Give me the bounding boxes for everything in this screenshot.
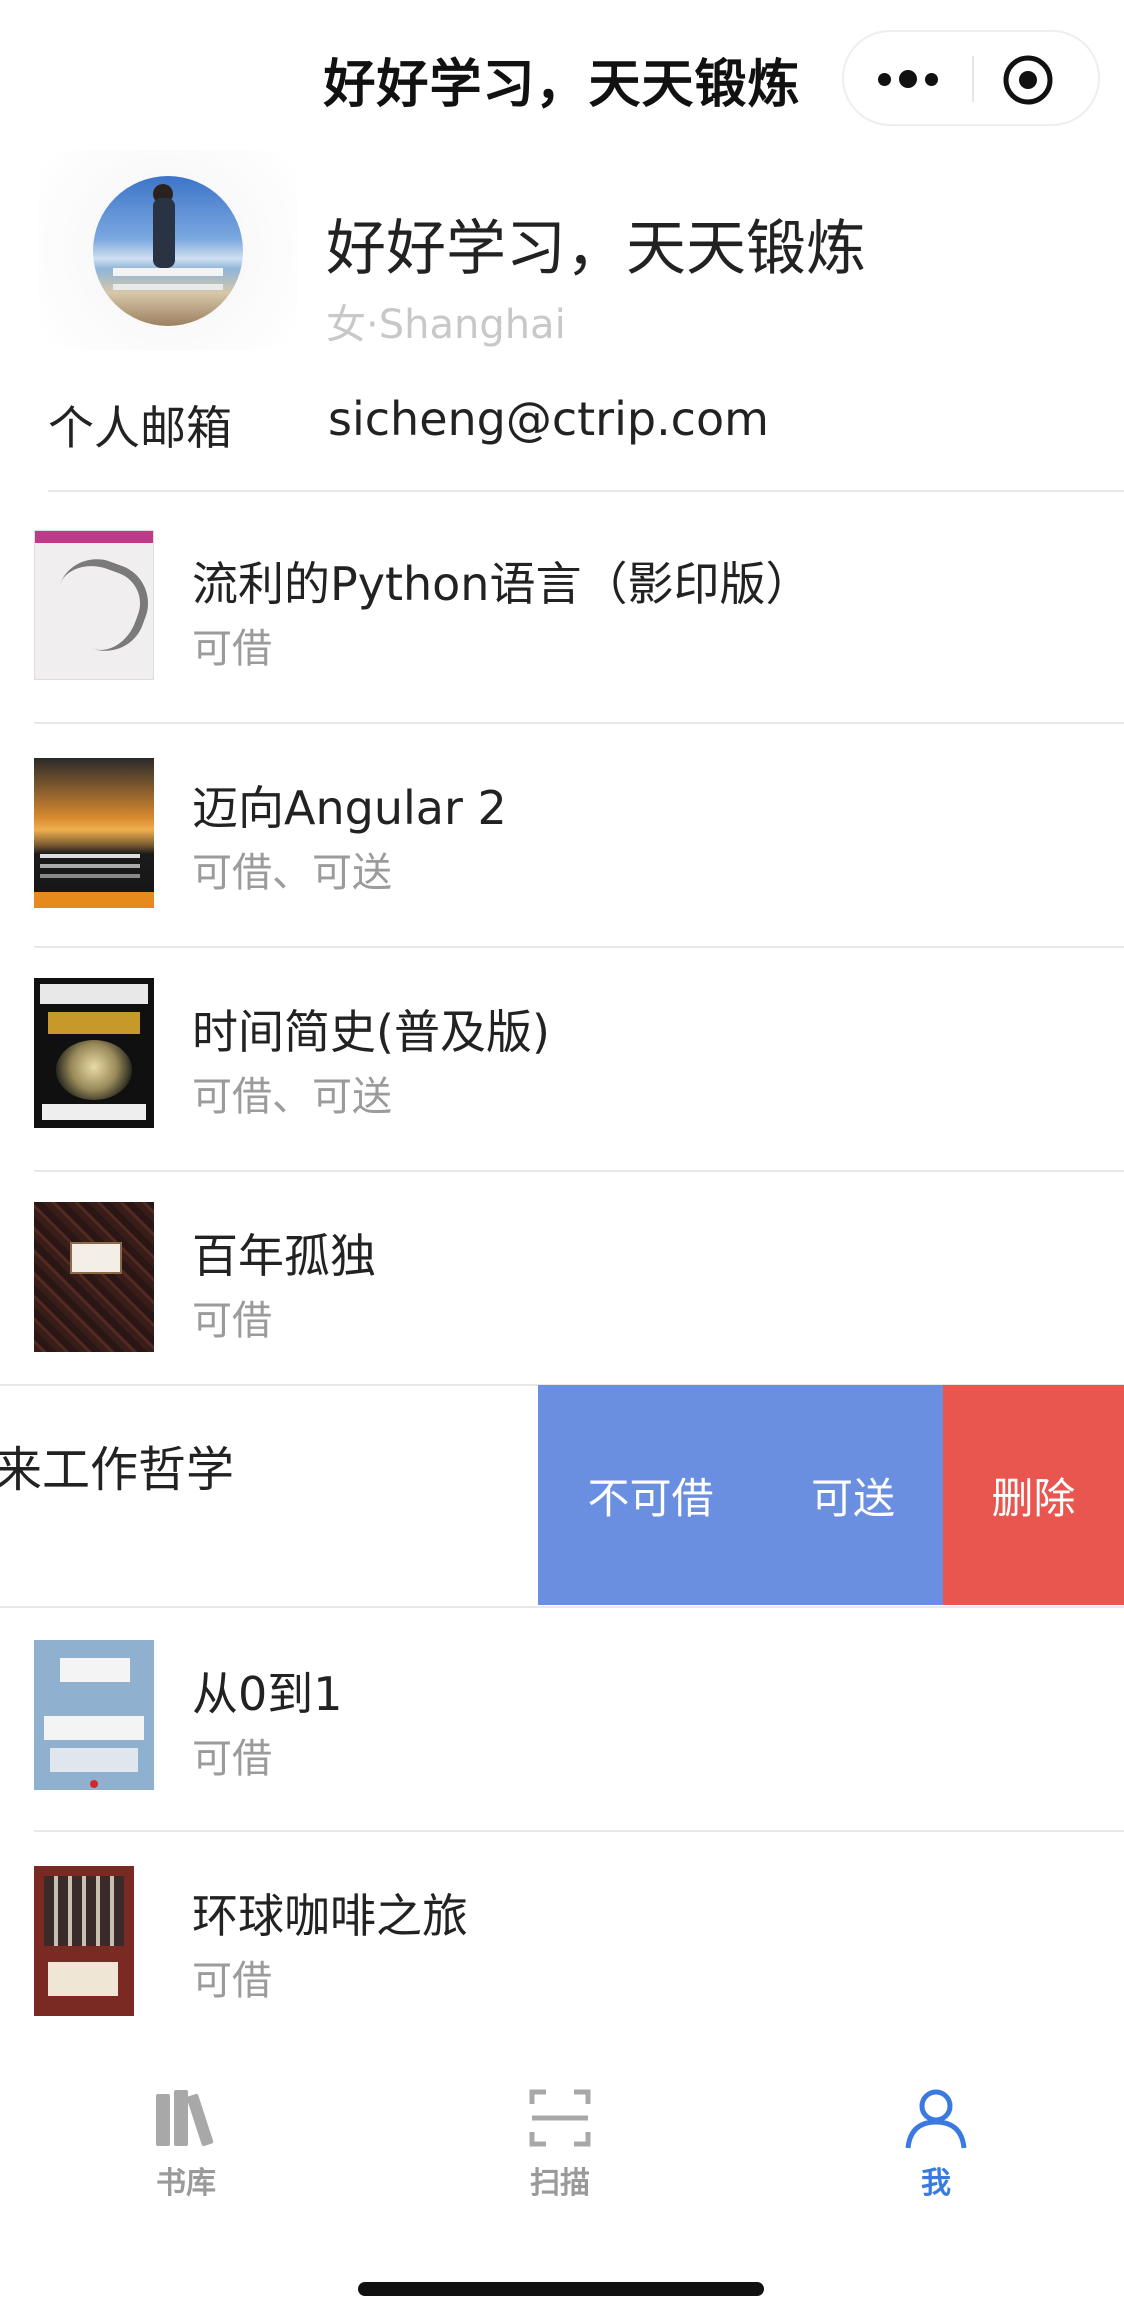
book-status: 可借 — [192, 626, 272, 672]
tab-books[interactable]: 书库 — [126, 2084, 246, 2202]
book-cover — [34, 1640, 154, 1790]
divider — [48, 490, 1124, 492]
book-status: 可借、可送 — [192, 850, 392, 896]
book-title: 百年孤独 — [192, 1229, 376, 1283]
not-borrowable-button[interactable]: 不可借 — [538, 1385, 763, 1605]
book-cover — [34, 530, 154, 680]
giveable-button[interactable]: 可送 — [763, 1385, 943, 1605]
tab-scan[interactable]: 扫描 — [500, 2084, 620, 2202]
swiped-book-title[interactable]: 来工作哲学 — [0, 1430, 234, 1500]
book-title: 迈向Angular 2 — [192, 781, 507, 835]
book-list-item[interactable]: 从0到1 可借 — [0, 1610, 1124, 1832]
profile-subtitle: 女·Shanghai — [326, 302, 566, 348]
book-title: 从0到1 — [192, 1667, 343, 1721]
book-cover — [34, 978, 154, 1128]
book-status: 可借 — [192, 1958, 272, 2004]
capsule-divider — [972, 56, 974, 102]
book-list-item[interactable]: 环球咖啡之旅 可借 — [0, 1832, 1124, 2054]
book-cover — [34, 1866, 134, 2016]
book-status: 可借 — [192, 1736, 272, 1782]
navigation-bar: 好好学习，天天锻炼 — [0, 0, 1124, 160]
more-dots-icon[interactable] — [868, 56, 948, 102]
tab-label: 书库 — [156, 2166, 216, 2201]
divider — [0, 1606, 1124, 1608]
scan-icon — [529, 2089, 591, 2147]
book-cover — [34, 758, 154, 908]
book-status: 可借、可送 — [192, 1074, 392, 1120]
delete-button[interactable]: 删除 — [943, 1385, 1124, 1605]
book-title: 环球咖啡之旅 — [192, 1889, 468, 1943]
book-list-item[interactable]: 百年孤独 可借 — [0, 1172, 1124, 1394]
book-status: 可借 — [192, 1298, 272, 1344]
mini-program-capsule — [842, 30, 1100, 126]
book-list-item[interactable]: 流利的Python语言（影印版） 可借 — [0, 500, 1124, 722]
user-icon — [905, 2089, 967, 2149]
book-title: 流利的Python语言（影印版） — [192, 557, 812, 611]
tab-label: 我 — [921, 2166, 951, 2201]
tab-label: 扫描 — [530, 2166, 590, 2201]
email-value: sicheng@ctrip.com — [328, 392, 769, 446]
home-indicator — [358, 2282, 764, 2296]
book-cover — [34, 1202, 154, 1352]
email-label: 个人邮箱 — [48, 401, 232, 455]
tab-me[interactable]: 我 — [876, 2084, 996, 2202]
books-icon — [156, 2090, 214, 2147]
book-list-item[interactable]: 迈向Angular 2 可借、可送 — [0, 724, 1124, 946]
book-list-item[interactable]: 时间简史(普及版) 可借、可送 — [0, 948, 1124, 1170]
book-title: 时间简史(普及版) — [192, 1005, 550, 1059]
page: 好好学习，天天锻炼 好好学习，天天锻炼 女·Shanghai 个人邮箱 sich… — [0, 0, 1124, 2322]
profile-name: 好好学习，天天锻炼 — [326, 214, 866, 284]
avatar[interactable] — [93, 176, 243, 326]
target-close-icon[interactable] — [1000, 52, 1056, 108]
